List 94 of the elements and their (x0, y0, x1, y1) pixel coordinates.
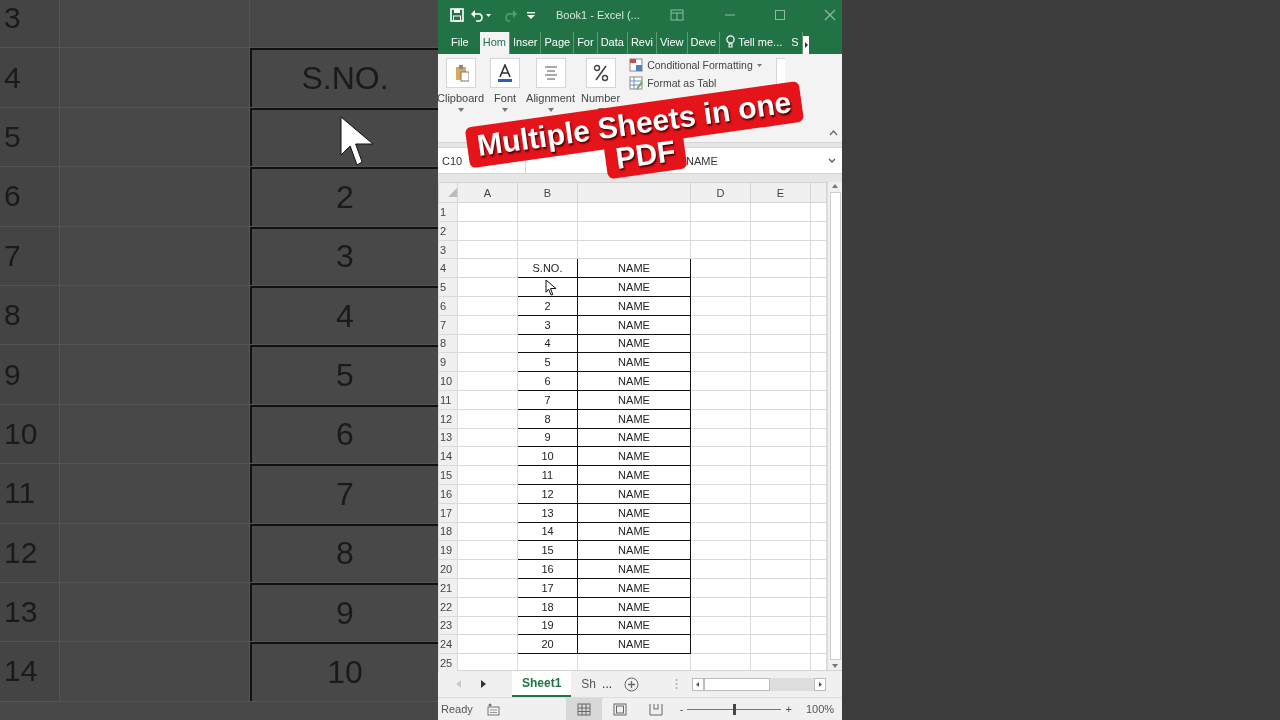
table-cell: 18 (541, 600, 554, 613)
column-header[interactable]: D (690, 182, 751, 203)
ribbon-group-button[interactable]: Font (494, 92, 517, 113)
table-cell: NAME (618, 318, 650, 331)
table-cell: NAME (618, 544, 650, 557)
table-cell: 7 (544, 393, 551, 406)
slider-thumb[interactable] (732, 703, 736, 715)
view-button[interactable] (565, 698, 602, 720)
collapse-ribbon-icon[interactable] (829, 130, 838, 137)
scroll-up-icon[interactable] (831, 182, 839, 190)
ribbon-tab[interactable]: File (448, 32, 472, 55)
table-cell: 11 (541, 469, 554, 482)
add-sheet-icon[interactable] (624, 676, 640, 692)
save-icon[interactable] (450, 8, 464, 23)
zoom-out-button[interactable]: - (679, 703, 684, 715)
column-header[interactable]: B (517, 182, 578, 203)
table-cell: NAME (618, 356, 650, 369)
ribbon-display-icon[interactable] (670, 9, 684, 22)
search-label: Tell me... (738, 35, 783, 48)
cell-reference[interactable]: C10 (442, 154, 463, 167)
conditional-format-icon (629, 58, 644, 73)
table-cell: NAME (618, 600, 650, 613)
table-cell: NAME (618, 581, 650, 594)
table-cell: NAME (618, 469, 650, 482)
table-cell: NAME (618, 412, 650, 425)
table-cell: 13 (541, 506, 554, 519)
next-sheet-icon[interactable] (481, 680, 486, 688)
zoom-level[interactable]: 100% (805, 703, 835, 715)
ribbon-tab[interactable]: Hom (479, 32, 510, 55)
table-cell: NAME (618, 299, 650, 312)
format-table-icon (629, 76, 644, 91)
vertical-scrollbar[interactable] (829, 192, 841, 660)
sheet-tab[interactable]: Sheet1 (512, 671, 572, 697)
table-cell: 9 (544, 431, 551, 444)
scroll-right-icon[interactable] (802, 36, 809, 55)
table-cell: NAME (618, 431, 650, 444)
table-cell: 4 (544, 337, 551, 350)
table-cell: NAME (618, 525, 650, 538)
close-icon[interactable] (824, 9, 836, 22)
horizontal-scrollbar[interactable] (704, 677, 770, 691)
ribbon-group-button[interactable]: Alignment (526, 92, 575, 113)
caret-down-icon (502, 108, 509, 113)
table-cell: 5 (544, 356, 551, 369)
customize-icon[interactable] (526, 10, 536, 21)
table-cell: NAME (618, 638, 650, 651)
table-cell: NAME (618, 262, 650, 275)
column-header[interactable]: A (457, 182, 518, 203)
zoom-in-button[interactable]: + (785, 703, 792, 715)
table-cell: 6 (544, 375, 551, 388)
page-layout-icon (612, 702, 627, 716)
table-cell: NAME (618, 281, 650, 294)
table-cell: 2 (544, 299, 551, 312)
font-color-icon (497, 64, 514, 83)
table-cell: 14 (541, 525, 554, 538)
maximize-icon[interactable] (774, 9, 786, 22)
column-header[interactable]: E (750, 182, 811, 203)
table-cell: NAME (618, 487, 650, 500)
more-sheets[interactable]: ... (602, 677, 613, 691)
table-cell: 16 (541, 563, 554, 576)
caret-down-icon (547, 108, 554, 113)
table-cell: 15 (541, 544, 554, 557)
sheet-tab[interactable]: Sh (571, 671, 599, 697)
table-cell: NAME (618, 450, 650, 463)
status-text: Ready (441, 703, 473, 715)
page-break-icon (648, 702, 663, 716)
table-cell: NAME (618, 393, 650, 406)
table-cell: S.NO. (532, 262, 563, 275)
table-cell: 19 (541, 619, 554, 632)
table-cell: NAME (618, 619, 650, 632)
expand-formula-icon[interactable] (828, 158, 836, 164)
formula-field[interactable]: NAME (686, 154, 718, 167)
ribbon-command[interactable]: Conditional Formatting (629, 58, 762, 73)
window-title: Book1 - Excel (... (556, 9, 641, 22)
table-cell: NAME (618, 375, 650, 388)
table-cell: 3 (544, 318, 551, 331)
undo-icon[interactable] (470, 8, 492, 23)
normal-view-icon (576, 702, 591, 716)
caret-down-icon (457, 108, 464, 113)
tell-me-search[interactable]: Tell me... (720, 31, 789, 55)
table-cell: 10 (541, 450, 554, 463)
table-cell: NAME (618, 506, 650, 519)
scroll-left-icon[interactable] (692, 677, 704, 691)
align-lines-icon (542, 64, 559, 83)
table-cell: 8 (544, 412, 551, 425)
table-cell: NAME (618, 337, 650, 350)
table-cell: NAME (618, 563, 650, 576)
scroll-right-icon[interactable] (814, 677, 826, 691)
macro-record-icon[interactable] (486, 702, 500, 716)
caret-down-icon (756, 63, 762, 67)
table-cell: 20 (541, 638, 554, 651)
table-cell: 17 (541, 581, 554, 594)
table-cell: 12 (541, 487, 554, 500)
percent-icon (592, 64, 609, 83)
lightbulb-icon (726, 35, 736, 49)
